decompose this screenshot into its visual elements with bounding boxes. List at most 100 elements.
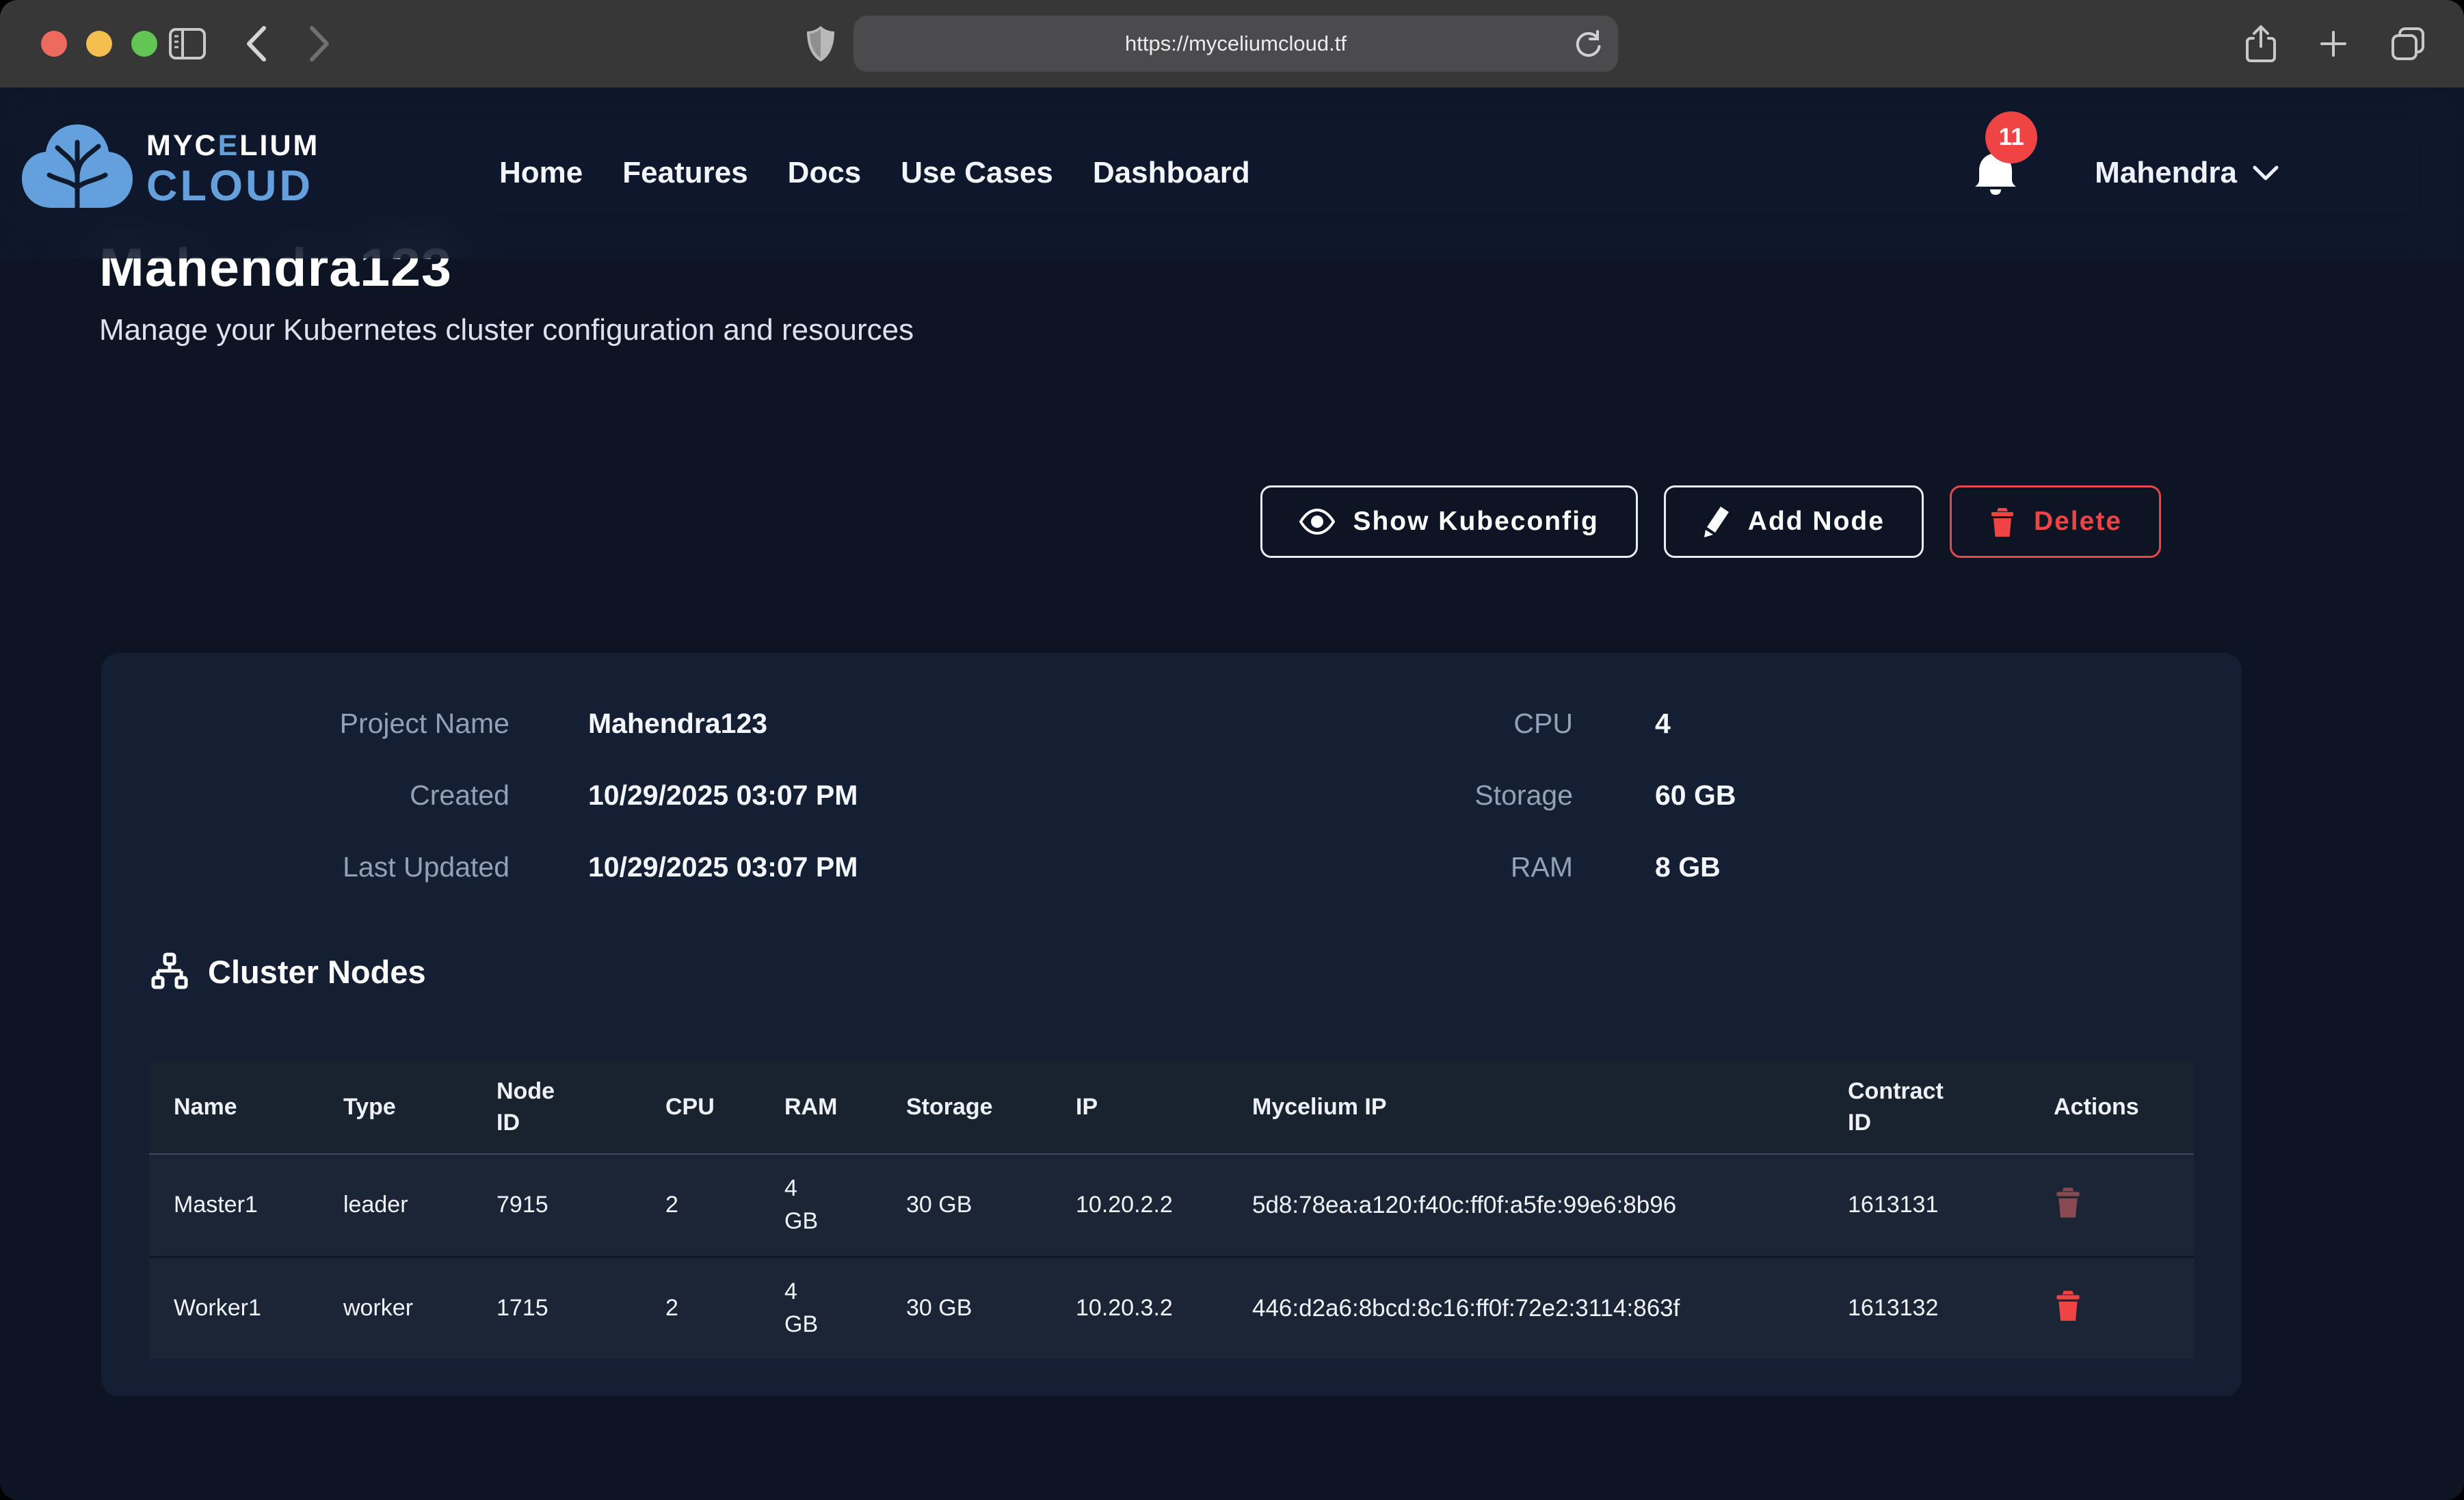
reload-icon[interactable] (1574, 29, 1603, 58)
node-row-master1: Master1 leader 7915 2 4 GB 30 GB 10.20.2… (149, 1154, 2194, 1257)
traffic-lights (41, 31, 157, 57)
notifications-button[interactable]: 11 (1973, 147, 2018, 200)
col-ram: RAM (760, 1061, 882, 1154)
cluster-info-card: Project Name Mahendra123 Created 10/29/2… (101, 653, 2242, 1396)
ram-label: RAM (1231, 851, 1573, 883)
delete-cluster-button[interactable]: Delete (1950, 485, 2161, 558)
cell-storage: 30 GB (882, 1154, 1051, 1257)
cell-mycelium-ip: 5d8:78ea:a120:f40c:ff0f:a5fe:99e6:8b96 (1228, 1154, 1823, 1257)
cell-name: Worker1 (149, 1257, 319, 1359)
new-tab-icon[interactable] (2318, 28, 2349, 59)
forward-button[interactable] (308, 0, 331, 88)
mycelium-cloud-logo-icon (19, 112, 135, 227)
close-window-button[interactable] (41, 31, 67, 57)
user-menu[interactable]: Mahendra (2095, 156, 2279, 190)
nav-item-dashboard[interactable]: Dashboard (1093, 156, 1250, 190)
cell-contract-id: 1613131 (1823, 1154, 2029, 1257)
created-value: 10/29/2025 03:07 PM (588, 779, 858, 812)
share-icon[interactable] (2245, 25, 2277, 63)
nav-item-home[interactable]: Home (499, 156, 583, 190)
chevron-right-icon (308, 25, 331, 62)
col-cpu: CPU (641, 1061, 760, 1154)
trash-icon (1989, 505, 2016, 538)
delete-node-button-worker1[interactable] (2054, 1288, 2082, 1324)
last-updated-value: 10/29/2025 03:07 PM (588, 851, 858, 883)
col-actions: Actions (2029, 1061, 2194, 1154)
cell-name: Master1 (149, 1154, 319, 1257)
brand-line1: MYCELIUM (146, 131, 319, 161)
url-text: https://myceliumcloud.tf (1125, 31, 1347, 56)
cpu-label: CPU (1231, 708, 1573, 740)
last-updated-label: Last Updated (168, 851, 509, 883)
storage-label: Storage (1231, 779, 1573, 812)
add-node-label: Add Node (1748, 507, 1885, 537)
delete-node-button-master1[interactable] (2054, 1185, 2082, 1221)
cluster-nodes-heading: Cluster Nodes (150, 952, 426, 991)
cell-type: leader (319, 1154, 472, 1257)
cell-node-id: 1715 (472, 1257, 641, 1359)
ram-value: 8 GB (1655, 851, 1721, 883)
nav-item-docs[interactable]: Docs (788, 156, 862, 190)
chevron-down-icon (2252, 164, 2279, 182)
back-button[interactable] (245, 0, 268, 88)
site-navbar: MYCELIUM CLOUD Home Features Docs Use Ca… (0, 88, 2464, 258)
project-name-label: Project Name (168, 708, 509, 740)
minimize-window-button[interactable] (86, 31, 112, 57)
col-storage: Storage (882, 1061, 1051, 1154)
cell-cpu: 2 (641, 1257, 760, 1359)
storage-value: 60 GB (1655, 779, 1736, 812)
cell-ip: 10.20.2.2 (1051, 1154, 1228, 1257)
user-name: Mahendra (2095, 156, 2237, 190)
notification-badge: 11 (1985, 111, 2037, 163)
cell-mycelium-ip: 446:d2a6:8bcd:8c16:ff0f:72e2:3114:863f (1228, 1257, 1823, 1359)
col-contract-id: Contract ID (1823, 1061, 2029, 1154)
sidebar-toggle-button[interactable] (168, 0, 207, 88)
privacy-shield-icon (806, 25, 836, 63)
cell-actions (2029, 1154, 2194, 1257)
col-ip: IP (1051, 1061, 1228, 1154)
brand-text: MYCELIUM CLOUD (146, 131, 319, 208)
cell-node-id: 7915 (472, 1154, 641, 1257)
brand-line2: CLOUD (146, 165, 319, 208)
zoom-window-button[interactable] (131, 31, 157, 57)
cluster-actions: Show Kubeconfig Add Node Delete (1260, 485, 2161, 558)
sidebar-icon (168, 27, 207, 60)
nav-item-use-cases[interactable]: Use Cases (901, 156, 1053, 190)
col-type: Type (319, 1061, 472, 1154)
page-subtitle: Manage your Kubernetes cluster configura… (99, 313, 914, 347)
delete-label: Delete (2034, 507, 2122, 537)
tabs-overview-icon[interactable] (2390, 26, 2426, 62)
created-label: Created (168, 779, 509, 812)
col-mycelium-ip: Mycelium IP (1228, 1061, 1823, 1154)
cell-storage: 30 GB (882, 1257, 1051, 1359)
project-name-value: Mahendra123 (588, 708, 767, 740)
brand-logo[interactable]: MYCELIUM CLOUD (19, 112, 319, 227)
browser-window: https://myceliumcloud.tf Mahendra123 Man… (0, 0, 2464, 1500)
hierarchy-icon (150, 952, 189, 991)
nodes-table: Name Type Node ID CPU RAM Storage IP Myc… (149, 1061, 2194, 1359)
add-node-button[interactable]: Add Node (1664, 485, 1924, 558)
col-name: Name (149, 1061, 319, 1154)
show-kubeconfig-label: Show Kubeconfig (1353, 507, 1598, 537)
eye-icon (1299, 509, 1335, 535)
cell-type: worker (319, 1257, 472, 1359)
nav-right: 11 Mahendra (1973, 88, 2279, 258)
cluster-nodes-title: Cluster Nodes (208, 953, 426, 991)
cpu-value: 4 (1655, 708, 1671, 740)
nav-item-features[interactable]: Features (622, 156, 747, 190)
trash-icon (2054, 1288, 2082, 1322)
chevron-left-icon (245, 25, 268, 62)
trash-icon (2054, 1185, 2082, 1219)
address-bar[interactable]: https://myceliumcloud.tf (853, 16, 1618, 72)
browser-chrome: https://myceliumcloud.tf (0, 0, 2464, 88)
cell-ip: 10.20.3.2 (1051, 1257, 1228, 1359)
node-row-worker1: Worker1 worker 1715 2 4 GB 30 GB 10.20.3… (149, 1257, 2194, 1359)
cell-cpu: 2 (641, 1154, 760, 1257)
show-kubeconfig-button[interactable]: Show Kubeconfig (1260, 485, 1637, 558)
col-node-id: Node ID (472, 1061, 641, 1154)
pencil-icon (1703, 505, 1730, 538)
cell-ram: 4 GB (760, 1154, 882, 1257)
table-header-row: Name Type Node ID CPU RAM Storage IP Myc… (149, 1061, 2194, 1154)
cell-contract-id: 1613132 (1823, 1257, 2029, 1359)
cell-actions (2029, 1257, 2194, 1359)
